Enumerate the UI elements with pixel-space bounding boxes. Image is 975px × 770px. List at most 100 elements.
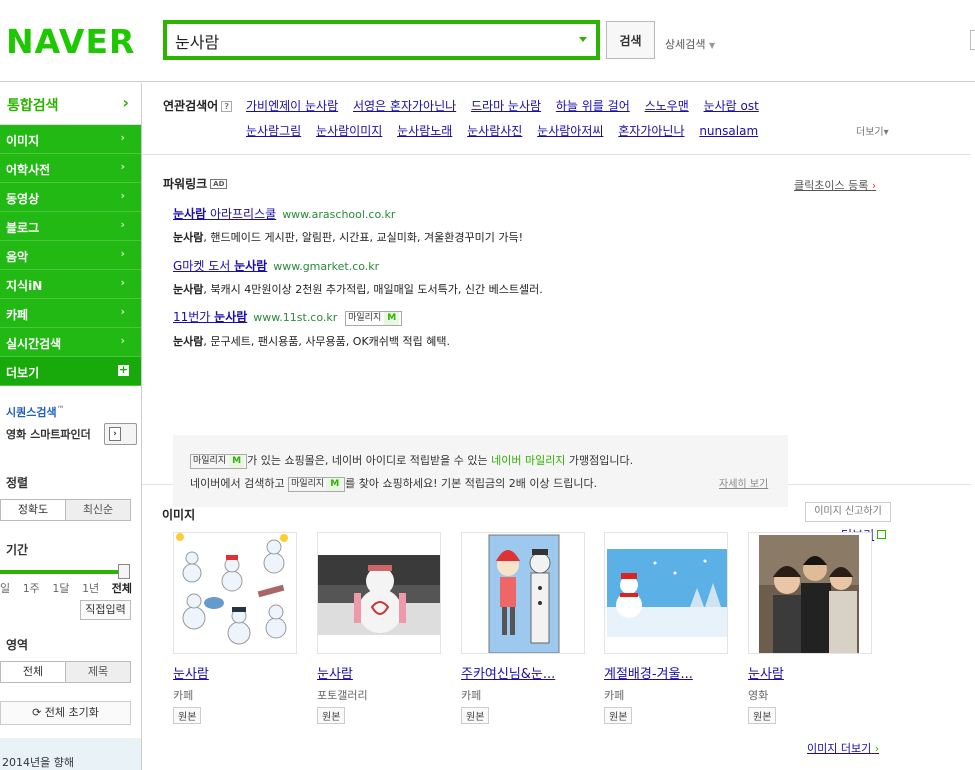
lnb-item-label: 음악 [6,250,29,264]
ad-title-link[interactable]: G마켓 도서 눈사람 [173,259,267,273]
original-image-button[interactable]: 원본 [317,707,346,724]
original-image-button[interactable]: 원본 [461,707,490,724]
related-keyword[interactable]: 드라마 눈사람 [471,99,541,113]
image-source[interactable]: 카페 [461,687,595,703]
image-more-label: 이미지 더보기 [807,742,872,755]
lnb-item-music[interactable]: 음악 › [0,241,141,270]
ad-description: 눈사람, 북캐시 4만원이상 2천원 추가적립, 매일매일 도서특가, 신간 베… [173,281,543,297]
image-thumbnail[interactable] [461,532,585,654]
period-slider-track [0,570,124,574]
ad-badge: AD [210,179,228,189]
area-option-title[interactable]: 제목 [66,662,130,682]
lnb-item-label: 카페 [6,308,29,322]
ad-title-keyword: 눈사람 [214,310,248,324]
image-title-link[interactable]: 주카여신님&눈... [461,663,595,682]
period-slider[interactable] [0,564,131,580]
lnb-item-cafe[interactable]: 카페 › [0,299,141,328]
related-keyword[interactable]: 눈사람사진 [467,124,522,138]
notice-text: 가 있는 쇼핑몰은, 네이버 아이디로 적립받을 수 있는 [247,454,492,467]
period-option-day[interactable]: 일 [0,580,10,596]
ad-title-link[interactable]: 11번가 눈사람 [173,310,247,324]
lnb-item-kin[interactable]: 지식iN › [0,270,141,299]
promo-text: 2014년을 향해 [2,756,74,769]
snowmen-clipart-image [174,533,296,653]
clickchoice-register-link[interactable]: 클릭초이스 등록 › [794,177,876,193]
ad-title-link[interactable]: 눈사람 아라프리스쿨 [173,207,276,221]
related-keyword[interactable]: 가비엔제이 눈사람 [246,99,338,113]
ad-desc-text: , 북캐시 4만원이상 2천원 추가적립, 매일매일 도서특가, 신간 베스트셀… [203,283,543,296]
period-option-week[interactable]: 1주 [23,580,40,596]
chevron-right-icon: › [120,218,125,231]
lnb-item-more[interactable]: 더보기 + [0,357,141,386]
ad-url[interactable]: www.araschool.co.kr [282,208,395,221]
original-image-button[interactable]: 원본 [604,707,633,724]
related-keyword[interactable]: 하늘 위를 걸어 [556,99,630,113]
related-keyword[interactable]: 눈사람그림 [246,124,301,138]
sort-section: 정렬 정확도 최신순 [0,474,141,521]
image-thumbnail[interactable] [604,532,728,654]
direct-input-button[interactable]: 직접입력 [80,600,131,620]
search-box[interactable] [163,20,600,60]
lnb-item-image[interactable]: 이미지 › [0,125,141,154]
sort-option-latest[interactable]: 최신순 [66,500,130,520]
help-icon[interactable]: ? [221,101,233,112]
related-keyword[interactable]: 서영은 혼자가아닌나 [353,99,456,113]
header-edge-control[interactable] [970,30,975,50]
image-title-link[interactable]: 계절배경-겨울... [604,663,738,682]
related-keyword[interactable]: 눈사람 ost [704,99,759,113]
related-keyword[interactable]: 혼자가아닌나 [618,124,684,138]
lnb-item-video[interactable]: 동영상 › [0,183,141,212]
ad-title-keyword: 눈사람 [173,207,207,221]
image-thumbnail[interactable] [317,532,441,654]
sort-option-accuracy[interactable]: 정확도 [1,500,66,520]
smartfinder-toggle[interactable]: › [104,423,137,445]
image-source[interactable]: 카페 [173,687,307,703]
period-option-month[interactable]: 1달 [52,580,69,596]
period-option-all[interactable]: 전체 [112,580,132,596]
image-thumbnail[interactable] [173,532,297,654]
area-segment: 전체 제목 [0,661,131,683]
ad-item: 눈사람 아라프리스쿨 www.araschool.co.kr 눈사람, 핸드메이드… [173,205,523,245]
related-keyword[interactable]: nunsalam [699,124,758,138]
ad-url[interactable]: www.gmarket.co.kr [273,260,379,273]
image-source[interactable]: 포토갤러리 [317,687,451,703]
image-report-button[interactable]: 이미지 신고하기 [805,502,891,522]
related-title: 연관검색어? [163,97,233,114]
original-image-button[interactable]: 원본 [173,707,202,724]
area-option-all[interactable]: 전체 [1,662,66,682]
autocomplete-arrow-icon[interactable] [579,37,587,42]
original-image-button[interactable]: 원본 [748,707,777,724]
search-input[interactable] [175,28,565,54]
related-keyword[interactable]: 눈사람노래 [397,124,452,138]
naver-mileage-link[interactable]: 네이버 마일리지 [491,454,565,467]
main-content: 연관검색어? 가비엔제이 눈사람 서영은 혼자가아닌나 드라마 눈사람 하늘 위… [142,83,975,770]
image-more-link[interactable]: 이미지 더보기 › [807,740,879,756]
mileage-label: 마일리지 [193,456,227,466]
lnb-item-blog[interactable]: 블로그 › [0,212,141,241]
lnb-item-realtime[interactable]: 실시간검색 › [0,328,141,357]
lnb-current-integrated-search[interactable]: 통합검색 › [0,83,141,125]
promo-banner[interactable]: 2014년을 향해 [0,738,141,770]
ad-description: 눈사람, 문구세트, 팬시용품, 사무용품, OK캐쉬백 적립 혜택. [173,333,450,349]
related-more-button[interactable]: 더보기▾ [856,123,889,138]
search-button[interactable]: 검색 [606,21,655,59]
naver-logo[interactable]: NAVER [6,22,135,61]
chevron-right-icon: › [120,334,125,347]
image-thumbnail[interactable] [748,532,872,654]
ad-url[interactable]: www.11st.co.kr [253,311,337,324]
quick-search-title: 시퀀스검색™ [6,404,141,420]
period-slider-handle[interactable] [118,564,130,579]
related-keyword[interactable]: 스노우맨 [645,99,689,113]
related-keyword[interactable]: 눈사람이미지 [316,124,382,138]
image-source[interactable]: 영화 [748,687,882,703]
image-title-link[interactable]: 눈사람 [748,663,882,682]
related-keyword[interactable]: 눈사람아저씨 [537,124,603,138]
image-title-link[interactable]: 눈사람 [173,663,307,682]
detail-search-link[interactable]: 상세검색 ▼ [665,36,715,52]
image-title-link[interactable]: 눈사람 [317,663,451,682]
ad-desc-keyword: 눈사람 [173,231,204,244]
reset-all-button[interactable]: ⟳ 전체 초기화 [0,701,131,725]
image-source[interactable]: 카페 [604,687,738,703]
period-option-year[interactable]: 1년 [82,580,99,596]
lnb-item-dictionary[interactable]: 어학사전 › [0,154,141,183]
